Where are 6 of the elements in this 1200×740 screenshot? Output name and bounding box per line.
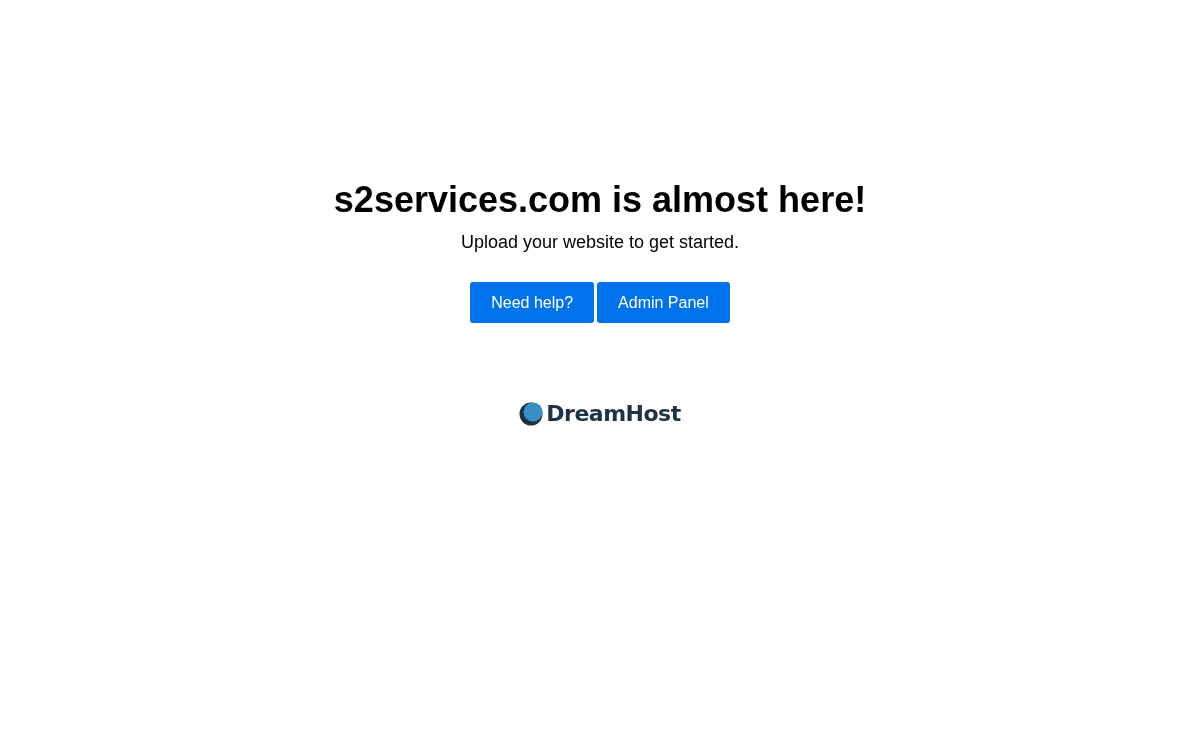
subtitle: Upload your website to get started.: [460, 231, 740, 253]
link-button[interactable]: Admin Panel: [597, 282, 730, 323]
link-button[interactable]: Need help?: [470, 282, 595, 323]
logo-text: DreamHost: [546, 401, 681, 426]
page-heading: s2services.com is almost here!: [333, 179, 867, 221]
moon-logo-icon: [519, 401, 544, 426]
